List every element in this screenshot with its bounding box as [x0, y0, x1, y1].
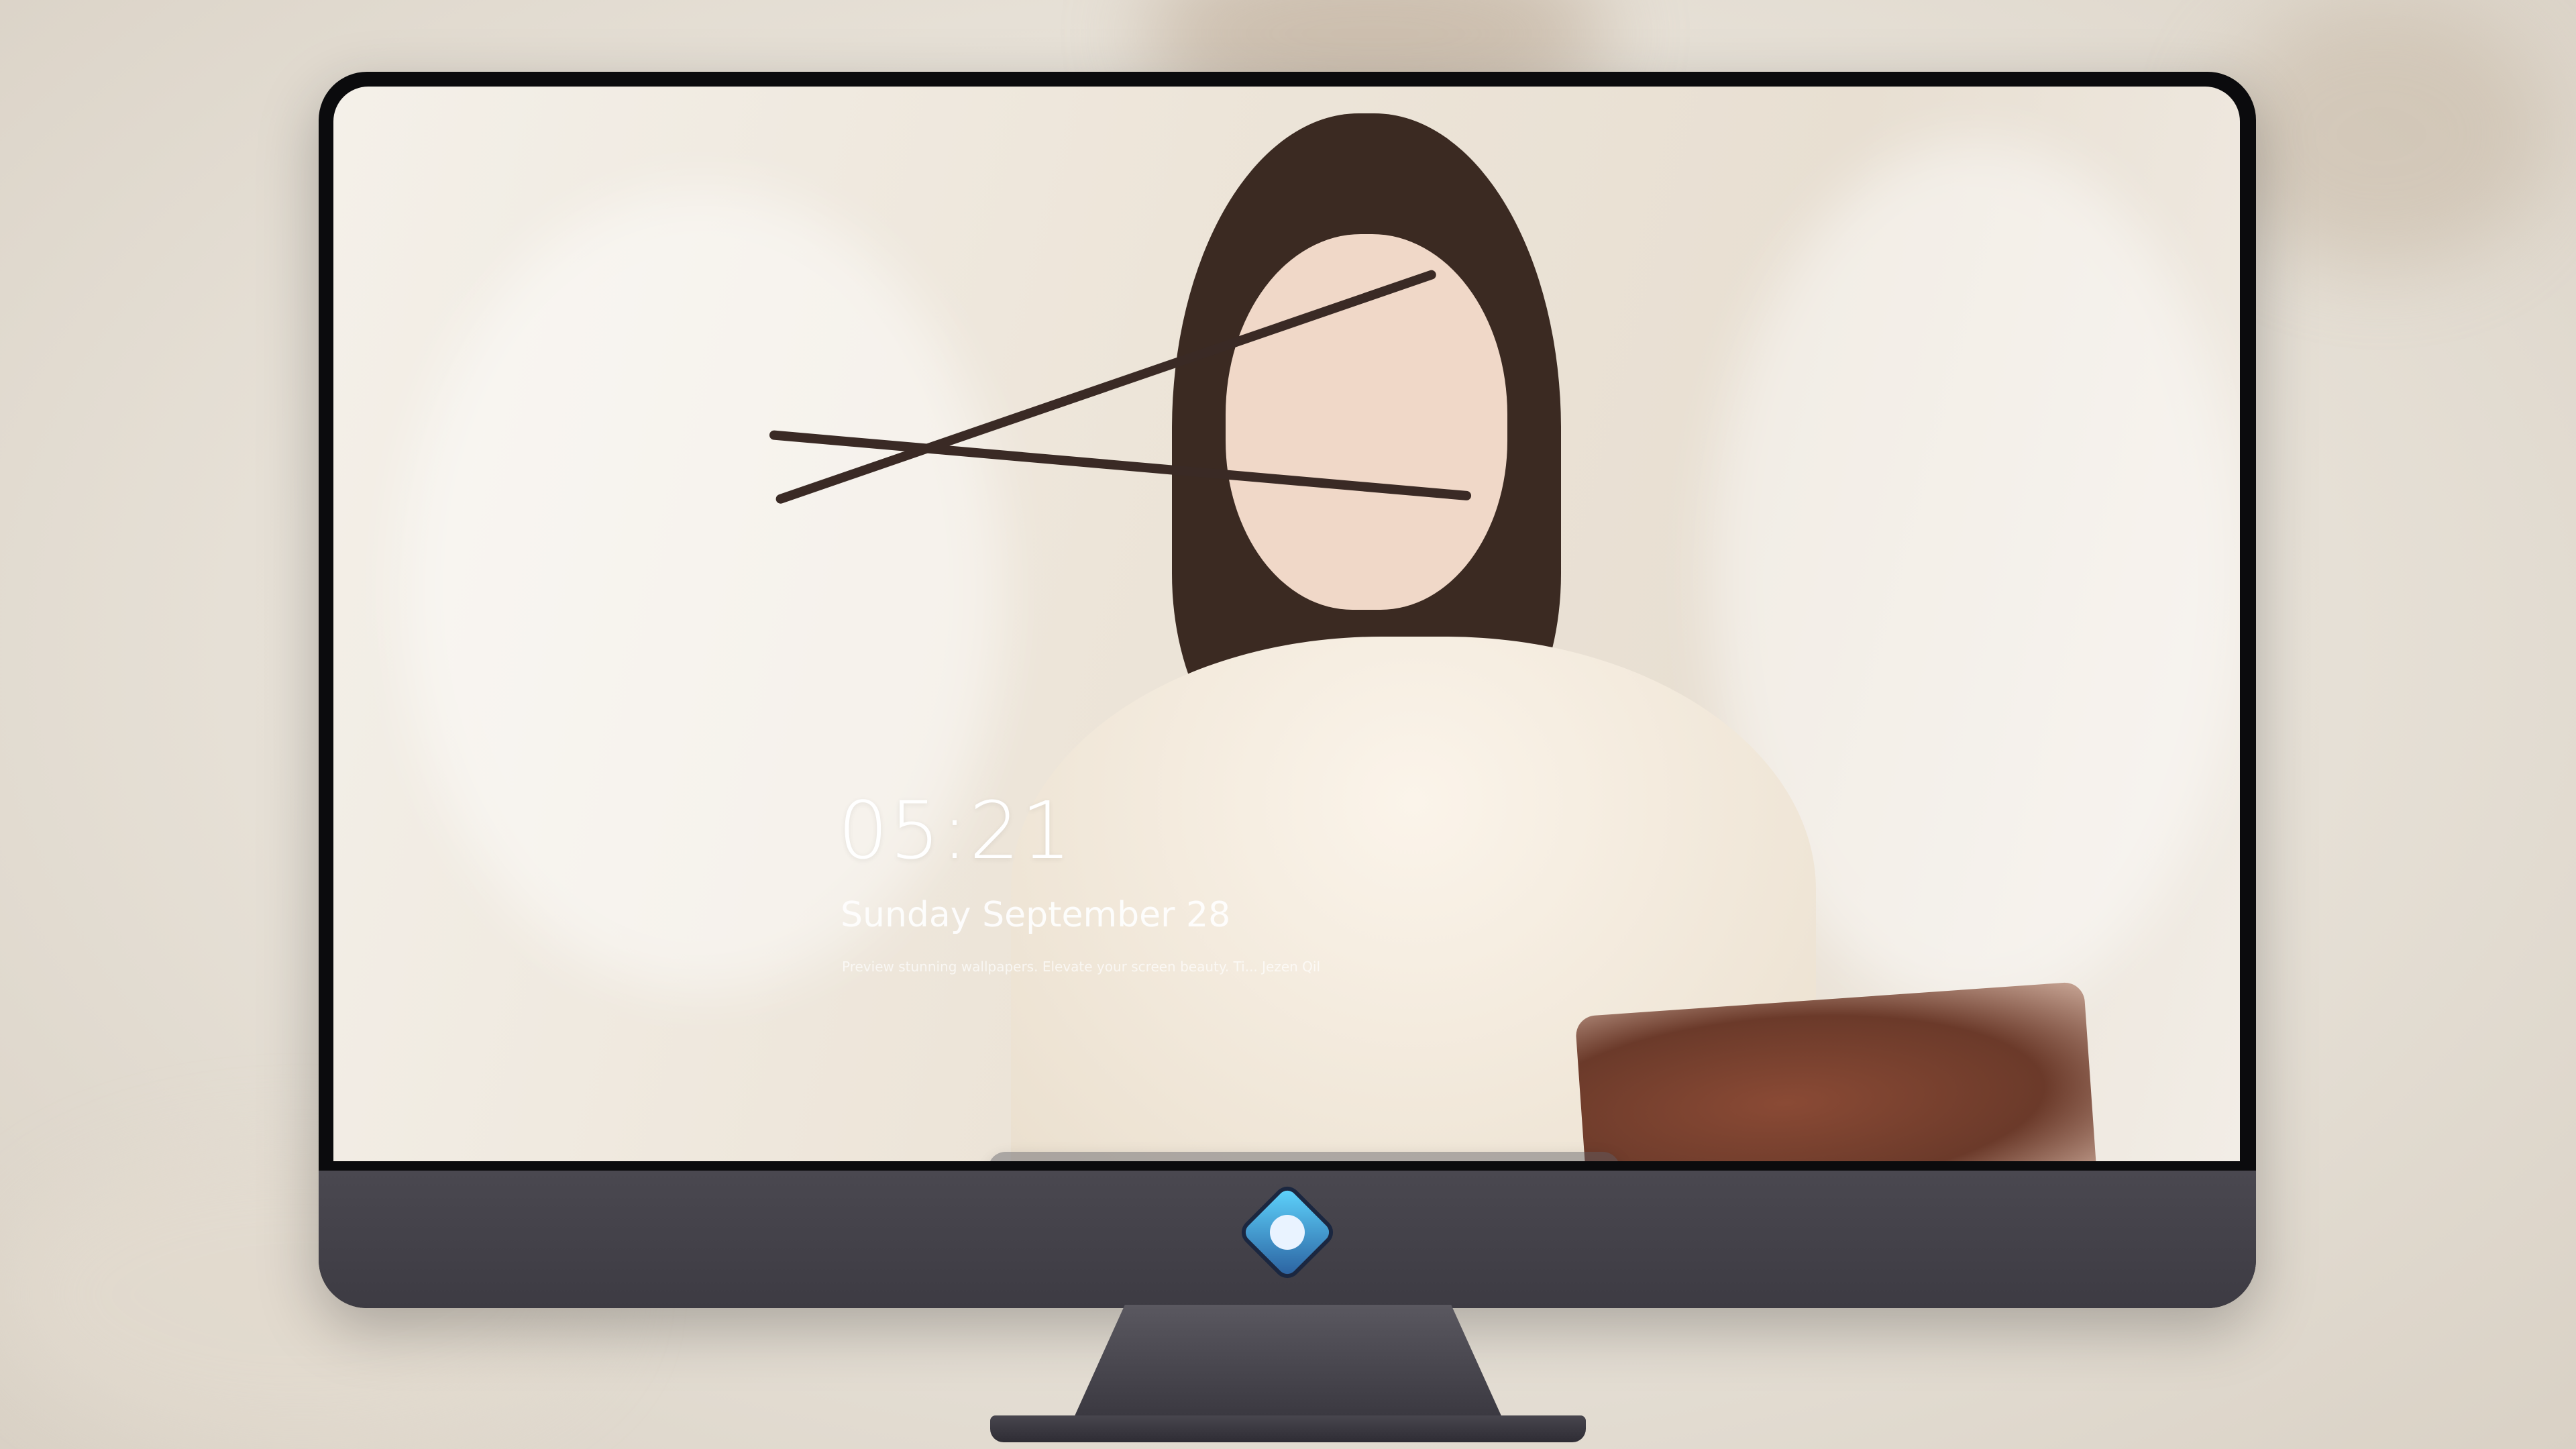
imac-monitor: 05:21 Sunday September 28 Preview stunni… [319, 72, 2256, 1308]
lock-screen-clock: 05:21 [838, 784, 1073, 877]
monitor-stand-base [990, 1415, 1586, 1442]
lock-screen-caption: Preview stunning wallpapers. Elevate you… [842, 959, 1321, 975]
chinese-dragon-mascot-logo [1242, 1187, 1333, 1278]
wallpaper-face [1226, 234, 1507, 610]
bg-blob [2214, 0, 2549, 268]
monitor-stand [1073, 1305, 1503, 1419]
monitor-chin [319, 1171, 2256, 1308]
lock-screen-date: Sunday September 28 [841, 895, 1231, 935]
mascot-icon [1270, 1215, 1305, 1250]
desktop-screen: 05:21 Sunday September 28 Preview stunni… [333, 87, 2240, 1161]
dock [988, 1152, 1620, 1161]
